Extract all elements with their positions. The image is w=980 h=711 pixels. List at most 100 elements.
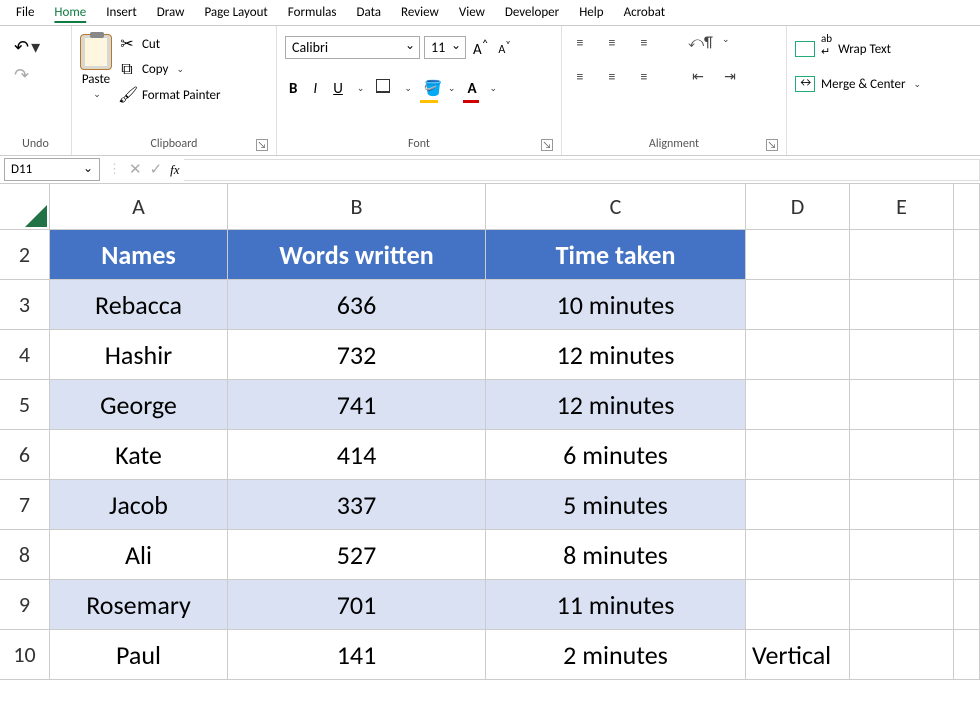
col-header-E[interactable]: E bbox=[850, 184, 954, 230]
cell-D7[interactable] bbox=[746, 480, 850, 530]
cell-B9[interactable]: 701 bbox=[228, 580, 486, 630]
align-left-button[interactable]: ≡ bbox=[570, 68, 590, 85]
cell-E7[interactable] bbox=[850, 480, 954, 530]
menu-help[interactable]: Help bbox=[569, 2, 613, 23]
cell-C6[interactable]: 6 minutes bbox=[486, 430, 746, 480]
fx-icon[interactable]: fx bbox=[166, 162, 183, 178]
cell-B8[interactable]: 527 bbox=[228, 530, 486, 580]
align-center-button[interactable]: ≡ bbox=[602, 68, 622, 85]
row-header-7[interactable]: 7 bbox=[0, 480, 50, 530]
chevron-down-icon[interactable]: ⌄ bbox=[176, 64, 184, 75]
chevron-down-icon[interactable]: ⌄ bbox=[722, 34, 730, 52]
cell-blank6[interactable] bbox=[954, 430, 980, 480]
row-header-2[interactable]: 2 bbox=[0, 230, 50, 280]
cell-E8[interactable] bbox=[850, 530, 954, 580]
orientation-button[interactable]: ⤺¶ bbox=[688, 34, 708, 52]
menu-file[interactable]: File bbox=[6, 2, 44, 23]
cell-E9[interactable] bbox=[850, 580, 954, 630]
cell-blank8[interactable] bbox=[954, 530, 980, 580]
chevron-down-icon[interactable]: ⌄ bbox=[914, 79, 922, 90]
cell-blank3[interactable] bbox=[954, 280, 980, 330]
borders-button[interactable] bbox=[372, 77, 394, 100]
cell-E5[interactable] bbox=[850, 380, 954, 430]
dialog-launcher-icon[interactable]: ↘ bbox=[541, 139, 553, 151]
cell-blank7[interactable] bbox=[954, 480, 980, 530]
cell-B10[interactable]: 141 bbox=[228, 630, 486, 680]
align-bottom-button[interactable]: ≡ bbox=[634, 34, 654, 52]
menu-insert[interactable]: Insert bbox=[96, 2, 147, 23]
align-right-button[interactable]: ≡ bbox=[634, 68, 654, 85]
cell-D2[interactable] bbox=[746, 230, 850, 280]
row-header-5[interactable]: 5 bbox=[0, 380, 50, 430]
col-header-A[interactable]: A bbox=[50, 184, 228, 230]
cell-B3[interactable]: 636 bbox=[228, 280, 486, 330]
cell-C7[interactable]: 5 minutes bbox=[486, 480, 746, 530]
cell-E6[interactable] bbox=[850, 430, 954, 480]
col-header-B[interactable]: B bbox=[228, 184, 486, 230]
menu-review[interactable]: Review bbox=[391, 2, 449, 23]
chevron-down-icon[interactable]: ▾ bbox=[31, 36, 40, 58]
underline-button[interactable]: U bbox=[329, 78, 347, 100]
menu-draw[interactable]: Draw bbox=[147, 2, 195, 23]
decrease-font-button[interactable]: A˅ bbox=[495, 38, 513, 57]
cell-E3[interactable] bbox=[850, 280, 954, 330]
cell-D8[interactable] bbox=[746, 530, 850, 580]
cell-C5[interactable]: 12 minutes bbox=[486, 380, 746, 430]
redo-button[interactable]: ↷ bbox=[14, 64, 40, 86]
cell-A3[interactable]: Rebacca bbox=[50, 280, 228, 330]
row-header-3[interactable]: 3 bbox=[0, 280, 50, 330]
chevron-down-icon[interactable]: ⌄ bbox=[404, 83, 412, 94]
cell-E4[interactable] bbox=[850, 330, 954, 380]
cell-E2[interactable] bbox=[850, 230, 954, 280]
cell-A5[interactable]: George bbox=[50, 380, 228, 430]
cell-C2[interactable]: Time taken bbox=[486, 230, 746, 280]
merge-center-button[interactable]: Merge & Center⌄ bbox=[795, 76, 921, 92]
cell-B4[interactable]: 732 bbox=[228, 330, 486, 380]
cell-E10[interactable] bbox=[850, 630, 954, 680]
col-header-D[interactable]: D bbox=[746, 184, 850, 230]
cell-C3[interactable]: 10 minutes bbox=[486, 280, 746, 330]
cell-blank9[interactable] bbox=[954, 580, 980, 630]
cell-B5[interactable]: 741 bbox=[228, 380, 486, 430]
col-header-C[interactable]: C bbox=[486, 184, 746, 230]
align-middle-button[interactable]: ≡ bbox=[602, 34, 622, 52]
decrease-indent-button[interactable]: ⇤ bbox=[688, 68, 708, 85]
cancel-formula-button[interactable]: ✕ bbox=[125, 160, 146, 179]
cell-A2[interactable]: Names bbox=[50, 230, 228, 280]
fill-color-button[interactable]: 🪣 bbox=[420, 77, 438, 100]
formula-input[interactable] bbox=[184, 159, 980, 181]
confirm-formula-button[interactable]: ✓ bbox=[146, 160, 167, 179]
cell-D6[interactable] bbox=[746, 430, 850, 480]
menu-pagelayout[interactable]: Page Layout bbox=[194, 2, 277, 23]
cell-C8[interactable]: 8 minutes bbox=[486, 530, 746, 580]
name-box[interactable]: D11 bbox=[4, 158, 100, 181]
menu-acrobat[interactable]: Acrobat bbox=[614, 2, 676, 23]
cell-blank10[interactable] bbox=[954, 630, 980, 680]
undo-button[interactable]: ↶▾ bbox=[14, 36, 40, 58]
wrap-text-button[interactable]: ab↵Wrap Text bbox=[795, 36, 891, 62]
cell-A10[interactable]: Paul bbox=[50, 630, 228, 680]
cell-A8[interactable]: Ali bbox=[50, 530, 228, 580]
cell-blank2[interactable] bbox=[954, 230, 980, 280]
font-color-button[interactable]: A bbox=[463, 78, 479, 100]
cell-D9[interactable] bbox=[746, 580, 850, 630]
cell-B2[interactable]: Words written bbox=[228, 230, 486, 280]
cell-D4[interactable] bbox=[746, 330, 850, 380]
row-header-9[interactable]: 9 bbox=[0, 580, 50, 630]
cell-C10[interactable]: 2 minutes bbox=[486, 630, 746, 680]
row-header-8[interactable]: 8 bbox=[0, 530, 50, 580]
chevron-down-icon[interactable]: ⌄ bbox=[448, 83, 456, 94]
cell-C4[interactable]: 12 minutes bbox=[486, 330, 746, 380]
cell-D3[interactable] bbox=[746, 280, 850, 330]
increase-font-button[interactable]: A˄ bbox=[470, 37, 491, 59]
chevron-down-icon[interactable]: ⌄ bbox=[489, 83, 497, 94]
dialog-launcher-icon[interactable]: ↘ bbox=[256, 139, 268, 151]
col-header-blank[interactable] bbox=[954, 184, 980, 230]
cell-A4[interactable]: Hashir bbox=[50, 330, 228, 380]
chevron-down-icon[interactable]: ⌄ bbox=[93, 89, 101, 100]
cell-blank4[interactable] bbox=[954, 330, 980, 380]
menu-formulas[interactable]: Formulas bbox=[278, 2, 347, 23]
copy-button[interactable]: ⧉Copy⌄ bbox=[118, 60, 221, 79]
cell-A6[interactable]: Kate bbox=[50, 430, 228, 480]
chevron-down-icon[interactable]: ⌄ bbox=[357, 83, 365, 94]
